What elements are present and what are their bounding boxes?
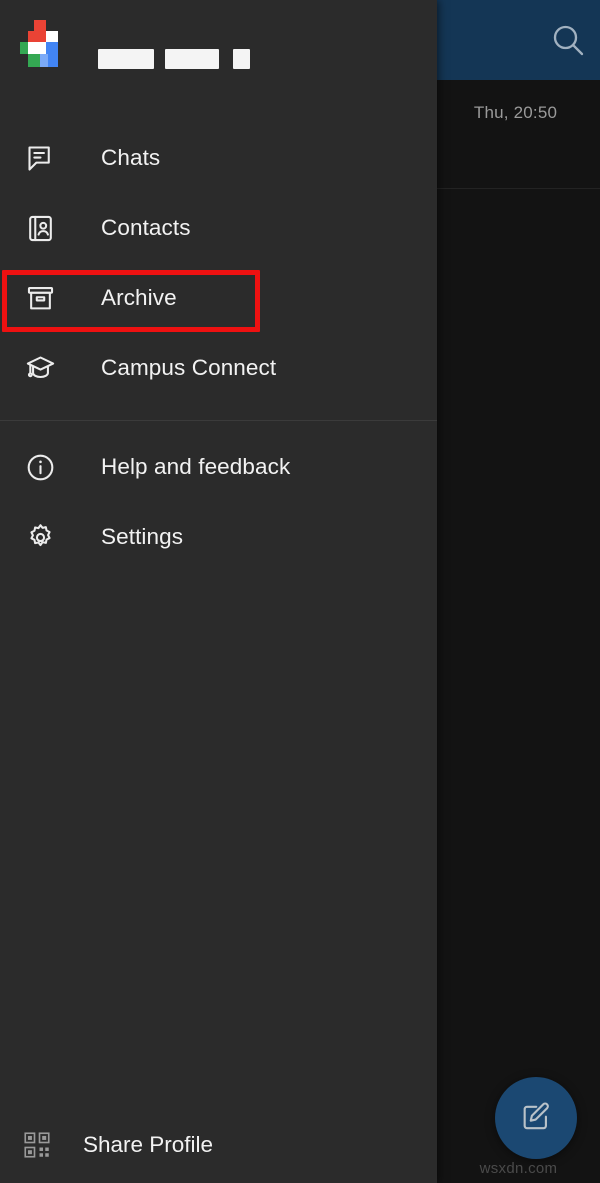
message-timestamp: Thu, 20:50 <box>437 103 600 123</box>
sidebar-item-help-and-feedback[interactable]: Help and feedback <box>0 432 437 502</box>
sidebar-item-label: Contacts <box>101 217 191 240</box>
sidebar-item-campus-connect[interactable]: Campus Connect <box>0 333 437 403</box>
sidebar-item-label: Archive <box>101 287 177 310</box>
drawer-divider <box>0 420 437 421</box>
navigation-drawer: Chats Contacts <box>0 0 437 1183</box>
share-profile-label: Share Profile <box>83 1132 213 1158</box>
sidebar-item-label: Chats <box>101 147 160 170</box>
sidebar-item-label: Campus Connect <box>101 357 276 380</box>
redacted-account-badge <box>233 49 250 69</box>
list-divider <box>437 188 600 189</box>
sidebar-item-label: Help and feedback <box>101 456 290 479</box>
sidebar-item-archive[interactable]: Archive <box>0 263 437 333</box>
google-messages-logo-icon <box>20 20 66 67</box>
nav-group-secondary: Help and feedback Settings <box>0 432 437 572</box>
watermark-text: wsxdn.com <box>437 1160 600 1177</box>
drawer-header <box>0 0 437 108</box>
gear-icon <box>21 518 59 556</box>
nav-group-primary: Chats Contacts <box>0 108 437 403</box>
redacted-account-detail <box>165 49 219 69</box>
contacts-book-icon <box>21 209 59 247</box>
share-profile-button[interactable]: Share Profile <box>0 1107 437 1183</box>
conversation-list-panel: Thu, 20:50 wsxdn.com <box>437 0 600 1183</box>
panel-header <box>437 0 600 80</box>
redacted-account-name <box>98 49 154 69</box>
compose-fab-button[interactable] <box>495 1077 577 1159</box>
archive-box-icon <box>21 279 59 317</box>
info-circle-icon <box>21 448 59 486</box>
qr-code-icon <box>20 1128 54 1162</box>
sidebar-item-settings[interactable]: Settings <box>0 502 437 572</box>
sidebar-item-contacts[interactable]: Contacts <box>0 193 437 263</box>
sidebar-item-chats[interactable]: Chats <box>0 123 437 193</box>
chat-bubble-icon <box>21 139 59 177</box>
graduation-cap-icon <box>21 349 59 387</box>
compose-edit-icon <box>519 1099 553 1138</box>
sidebar-item-label: Settings <box>101 526 183 549</box>
search-icon[interactable] <box>544 16 592 64</box>
app-root: Thu, 20:50 wsxdn.com <box>0 0 600 1183</box>
